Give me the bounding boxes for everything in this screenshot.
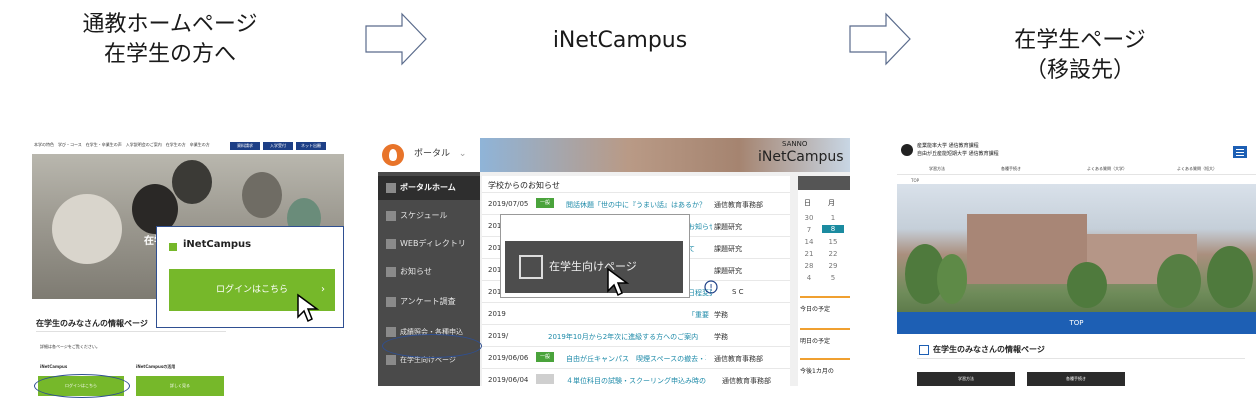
calendar-day-today[interactable]: 8 <box>822 225 844 233</box>
top-link-bar[interactable]: TOP <box>897 312 1256 334</box>
survey-icon <box>386 297 396 307</box>
top-nav[interactable]: 本学の特色 学び・コース 在学生・卒業生の声 入学説明会のご案内 在学生の方 卒… <box>34 142 210 148</box>
student-page-callout: 在学生向けページ <box>500 214 690 298</box>
tag-badge: 一般 <box>536 198 554 208</box>
chevron-down-icon: ⌄ <box>458 149 467 159</box>
external-link-icon <box>386 355 396 365</box>
hamburger-menu-icon[interactable] <box>1233 146 1247 158</box>
calendar-icon <box>386 211 396 221</box>
notice-row[interactable]: 2019/06/04 ４単位科目の試験・スクーリング申込み時の注意 通信教育事務部 <box>482 368 790 386</box>
calendar-header <box>798 176 850 190</box>
nav-study-method[interactable]: 学習方法 <box>929 166 945 172</box>
calendar-day[interactable]: 14 <box>802 238 816 246</box>
highlight-ellipse <box>382 334 482 358</box>
university-crest-icon <box>901 144 913 156</box>
schedule-tomorrow[interactable]: 明日の予定 <box>800 328 850 356</box>
schedule-today[interactable]: 今日の予定 <box>800 296 850 324</box>
calendar-day[interactable]: 28 <box>802 262 816 270</box>
tile-procedures[interactable]: 各種手続き <box>1027 372 1125 386</box>
campus-photo <box>897 184 1256 312</box>
page-icon <box>919 344 929 355</box>
calendar-day[interactable]: 22 <box>826 250 840 258</box>
nav-faq-univ[interactable]: よくある質問（大学） <box>1087 166 1127 172</box>
login-button-label: ログインはこちら <box>215 285 288 295</box>
external-link-icon <box>519 255 543 279</box>
calendar-day[interactable]: 4 <box>802 274 816 282</box>
col2-label: iNetCampusの活用 <box>136 364 176 369</box>
green-square-icon <box>169 243 177 251</box>
header-bar: ポータル ⌄ SANNO iNetCampus <box>378 138 850 172</box>
brand-small: SANNO <box>782 140 808 148</box>
folder-icon <box>386 239 396 249</box>
calendar-day[interactable]: 30 <box>802 214 816 222</box>
admission-button[interactable]: 入学受付 <box>263 142 293 150</box>
university-name: 産業能率大学 通信教育課程 <box>917 143 979 149</box>
col1-label: iNetCampus <box>40 364 68 369</box>
portal-label: ポータル <box>414 149 451 159</box>
home-icon <box>386 183 396 193</box>
tile-study-method[interactable]: 学習方法 <box>917 372 1015 386</box>
calendar-day[interactable]: 5 <box>826 274 840 282</box>
notice-row[interactable]: 2019/07/05 一般 閲話休題「世の中に『うまい話』はあるか？」 通信教育事務部 <box>482 192 790 215</box>
homepage-screenshot: 本学の特色 学び・コース 在学生・卒業生の声 入学説明会のご案内 在学生の方 卒… <box>32 138 344 411</box>
request-button[interactable]: 資料請求 <box>230 142 260 150</box>
document-icon <box>386 327 396 337</box>
global-nav: 学習方法 各種手続き よくある質問（大学） よくある質問（短大） <box>897 164 1256 175</box>
logo-icon <box>382 144 404 166</box>
notice-row[interactable]: 2019/06/06 一般 自由が丘キャンパス 喫煙スペースの撤去・再 通信教育事務部 <box>482 346 790 369</box>
college-name: 自由が丘産能短期大学 通信教育課程 <box>917 151 999 157</box>
student-page-screenshot: 産業能率大学 通信教育課程 自由が丘産能短期大学 通信教育課程 学習方法 各種手… <box>897 138 1256 386</box>
callout-title: iNetCampus <box>183 239 252 250</box>
highlight-ellipse <box>34 374 130 398</box>
inetcampus-callout: iNetCampus ログインはこちら › <box>156 226 344 328</box>
tag-badge: 一般 <box>536 352 554 362</box>
net-apply-button[interactable]: ネット出願 <box>296 142 326 150</box>
sidebar-item-schedule[interactable]: スケジュール <box>378 204 480 228</box>
section-title: 在学生のみなさんの情報ページ <box>36 319 148 328</box>
note-text: 詳細は各ページをご覧ください。 <box>40 344 100 349</box>
cursor-pointer-icon <box>297 293 320 323</box>
calendar-dow-mon: 月 <box>828 199 835 207</box>
nav-procedures[interactable]: 各種手続き <box>1001 166 1021 172</box>
breadcrumb[interactable]: TOP <box>911 178 919 183</box>
cursor-pointer-icon <box>607 267 630 297</box>
calendar-day[interactable]: 15 <box>826 238 840 246</box>
sidebar-item-web-directory[interactable]: WEBディレクトリ <box>378 232 480 256</box>
section-title: 在学生のみなさんの情報ページ <box>919 344 1045 355</box>
bell-icon <box>386 267 396 277</box>
student-page-button[interactable]: 在学生向けページ <box>505 241 683 297</box>
divider <box>36 331 226 332</box>
calendar-day[interactable]: 7 <box>802 226 816 234</box>
info-icon: ! <box>704 280 718 294</box>
info-icon-glyph: ! <box>709 284 713 294</box>
calendar-dow-sun: 日 <box>804 199 811 207</box>
calendar-day[interactable]: 29 <box>826 262 840 270</box>
notice-row[interactable]: 2019/2019年10月から2年次に進級する方へのご案内 学務 <box>482 324 790 347</box>
sidebar-item-notices[interactable]: お知らせ <box>378 260 480 284</box>
brand-name: iNetCampus <box>758 149 844 165</box>
calendar-day[interactable]: 1 <box>826 214 840 222</box>
tag-badge <box>536 374 554 384</box>
notice-row[interactable]: 2019 「重要 学務 <box>482 302 790 325</box>
notices-header: 学校からのお知らせ <box>488 181 560 190</box>
calendar-day[interactable]: 21 <box>802 250 816 258</box>
chevron-right-icon: › <box>321 284 325 295</box>
nav-faq-college[interactable]: よくある質問（短大） <box>1177 166 1217 172</box>
divider <box>917 358 1245 359</box>
details-button[interactable]: 詳しく見る <box>136 376 224 396</box>
inetcampus-screenshot: ポータル ⌄ SANNO iNetCampus ポータルホーム スケジュール W… <box>378 138 850 386</box>
portal-selector[interactable]: ポータル ⌄ <box>414 146 466 159</box>
schedule-month[interactable]: 今後1カ月の <box>800 358 850 386</box>
sidebar-item-survey[interactable]: アンケート調査 <box>378 290 480 314</box>
sidebar-item-home[interactable]: ポータルホーム <box>378 176 480 200</box>
